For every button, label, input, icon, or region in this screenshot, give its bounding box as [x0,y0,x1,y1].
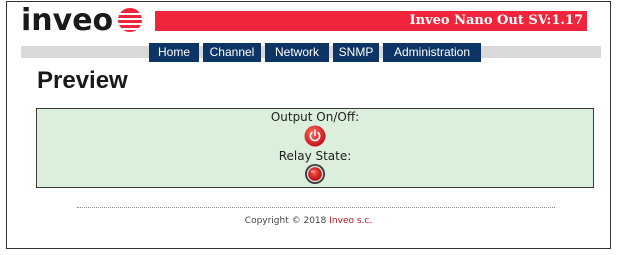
nav-channel[interactable]: Channel [203,43,261,62]
striped-globe-logo-icon [117,7,143,37]
nav-administration[interactable]: Administration [383,43,481,62]
nav-home[interactable]: Home [149,43,199,62]
logo-text: inveo [21,3,114,38]
power-button-icon[interactable] [304,125,326,151]
device-title: Inveo Nano Out SV:1.17 [409,13,583,28]
nav-network[interactable]: Network [265,43,329,62]
output-label: Output On/Off: [270,110,360,124]
page-frame: inveo Inveo Nano Out SV:1.17 Home Channe… [6,1,611,249]
header-title-bar: Inveo Nano Out SV:1.17 [155,11,587,31]
relay-state-led-icon [304,163,326,189]
copyright-text: Copyright © 2018 [244,216,327,226]
preview-panel: Output On/Off: Relay State: [36,108,594,188]
page-title: Preview [37,67,128,94]
nav-snmp[interactable]: SNMP [333,43,379,62]
relay-state-label: Relay State: [278,149,352,163]
footer-divider [77,207,555,208]
footer: Copyright © 2018 Inveo s.c. [7,216,610,226]
company-link[interactable]: Inveo s.c. [329,216,372,226]
inveo-logo: inveo [21,4,143,38]
